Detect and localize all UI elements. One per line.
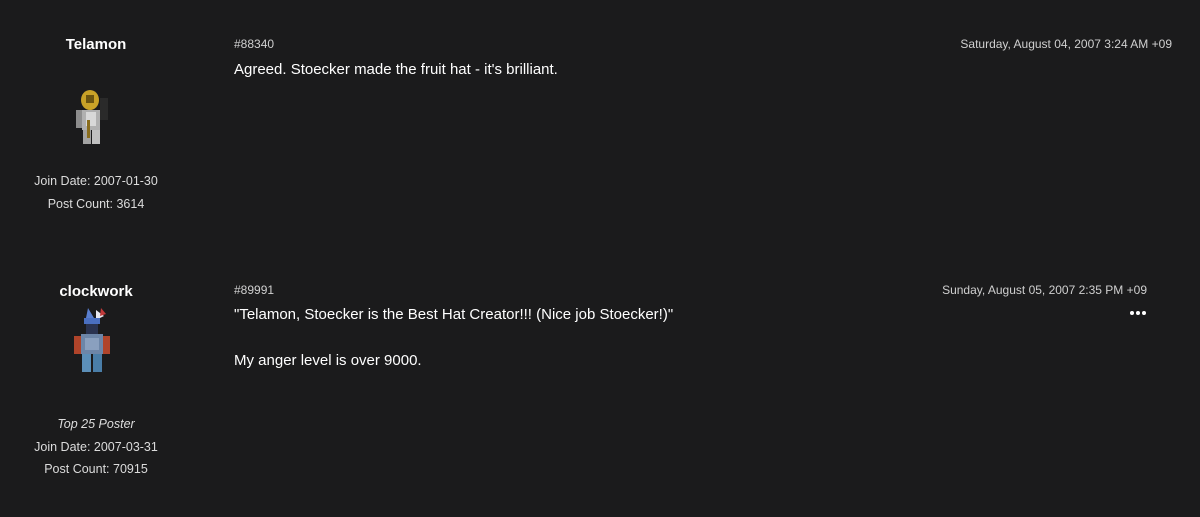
author-post-count: Post Count: 3614 bbox=[47, 197, 145, 211]
author-rank: Top 25 Poster bbox=[57, 417, 135, 431]
post-id-link[interactable]: #89991 bbox=[234, 283, 274, 297]
author-username[interactable]: clockwork bbox=[8, 283, 184, 300]
post-date: Saturday, August 04, 2007 3:24 AM +09 bbox=[960, 37, 1172, 51]
author-join-date: Join Date: 2007-03-31 bbox=[34, 440, 158, 454]
post-body: "Telamon, Stoecker is the Best Hat Creat… bbox=[234, 303, 673, 372]
post-body-line: Agreed. Stoecker made the fruit hat - it… bbox=[234, 61, 558, 78]
post-id-link[interactable]: #88340 bbox=[234, 37, 274, 51]
author-post-count: Post Count: 70915 bbox=[44, 462, 148, 476]
post-body-line: My anger level is over 9000. bbox=[234, 352, 422, 369]
post-author: clockwork bbox=[8, 283, 184, 300]
author-username[interactable]: Telamon bbox=[8, 36, 184, 53]
author-join-date: Join Date: 2007-01-30 bbox=[34, 174, 158, 188]
ellipsis-icon[interactable] bbox=[1130, 308, 1148, 318]
author-avatar[interactable] bbox=[68, 306, 124, 386]
post-date: Sunday, August 05, 2007 2:35 PM +09 bbox=[942, 283, 1147, 297]
post-body-line: "Telamon, Stoecker is the Best Hat Creat… bbox=[234, 306, 674, 323]
post-body: Agreed. Stoecker made the fruit hat - it… bbox=[234, 58, 558, 81]
author-avatar[interactable] bbox=[68, 80, 124, 160]
post-author: Telamon bbox=[8, 36, 184, 53]
